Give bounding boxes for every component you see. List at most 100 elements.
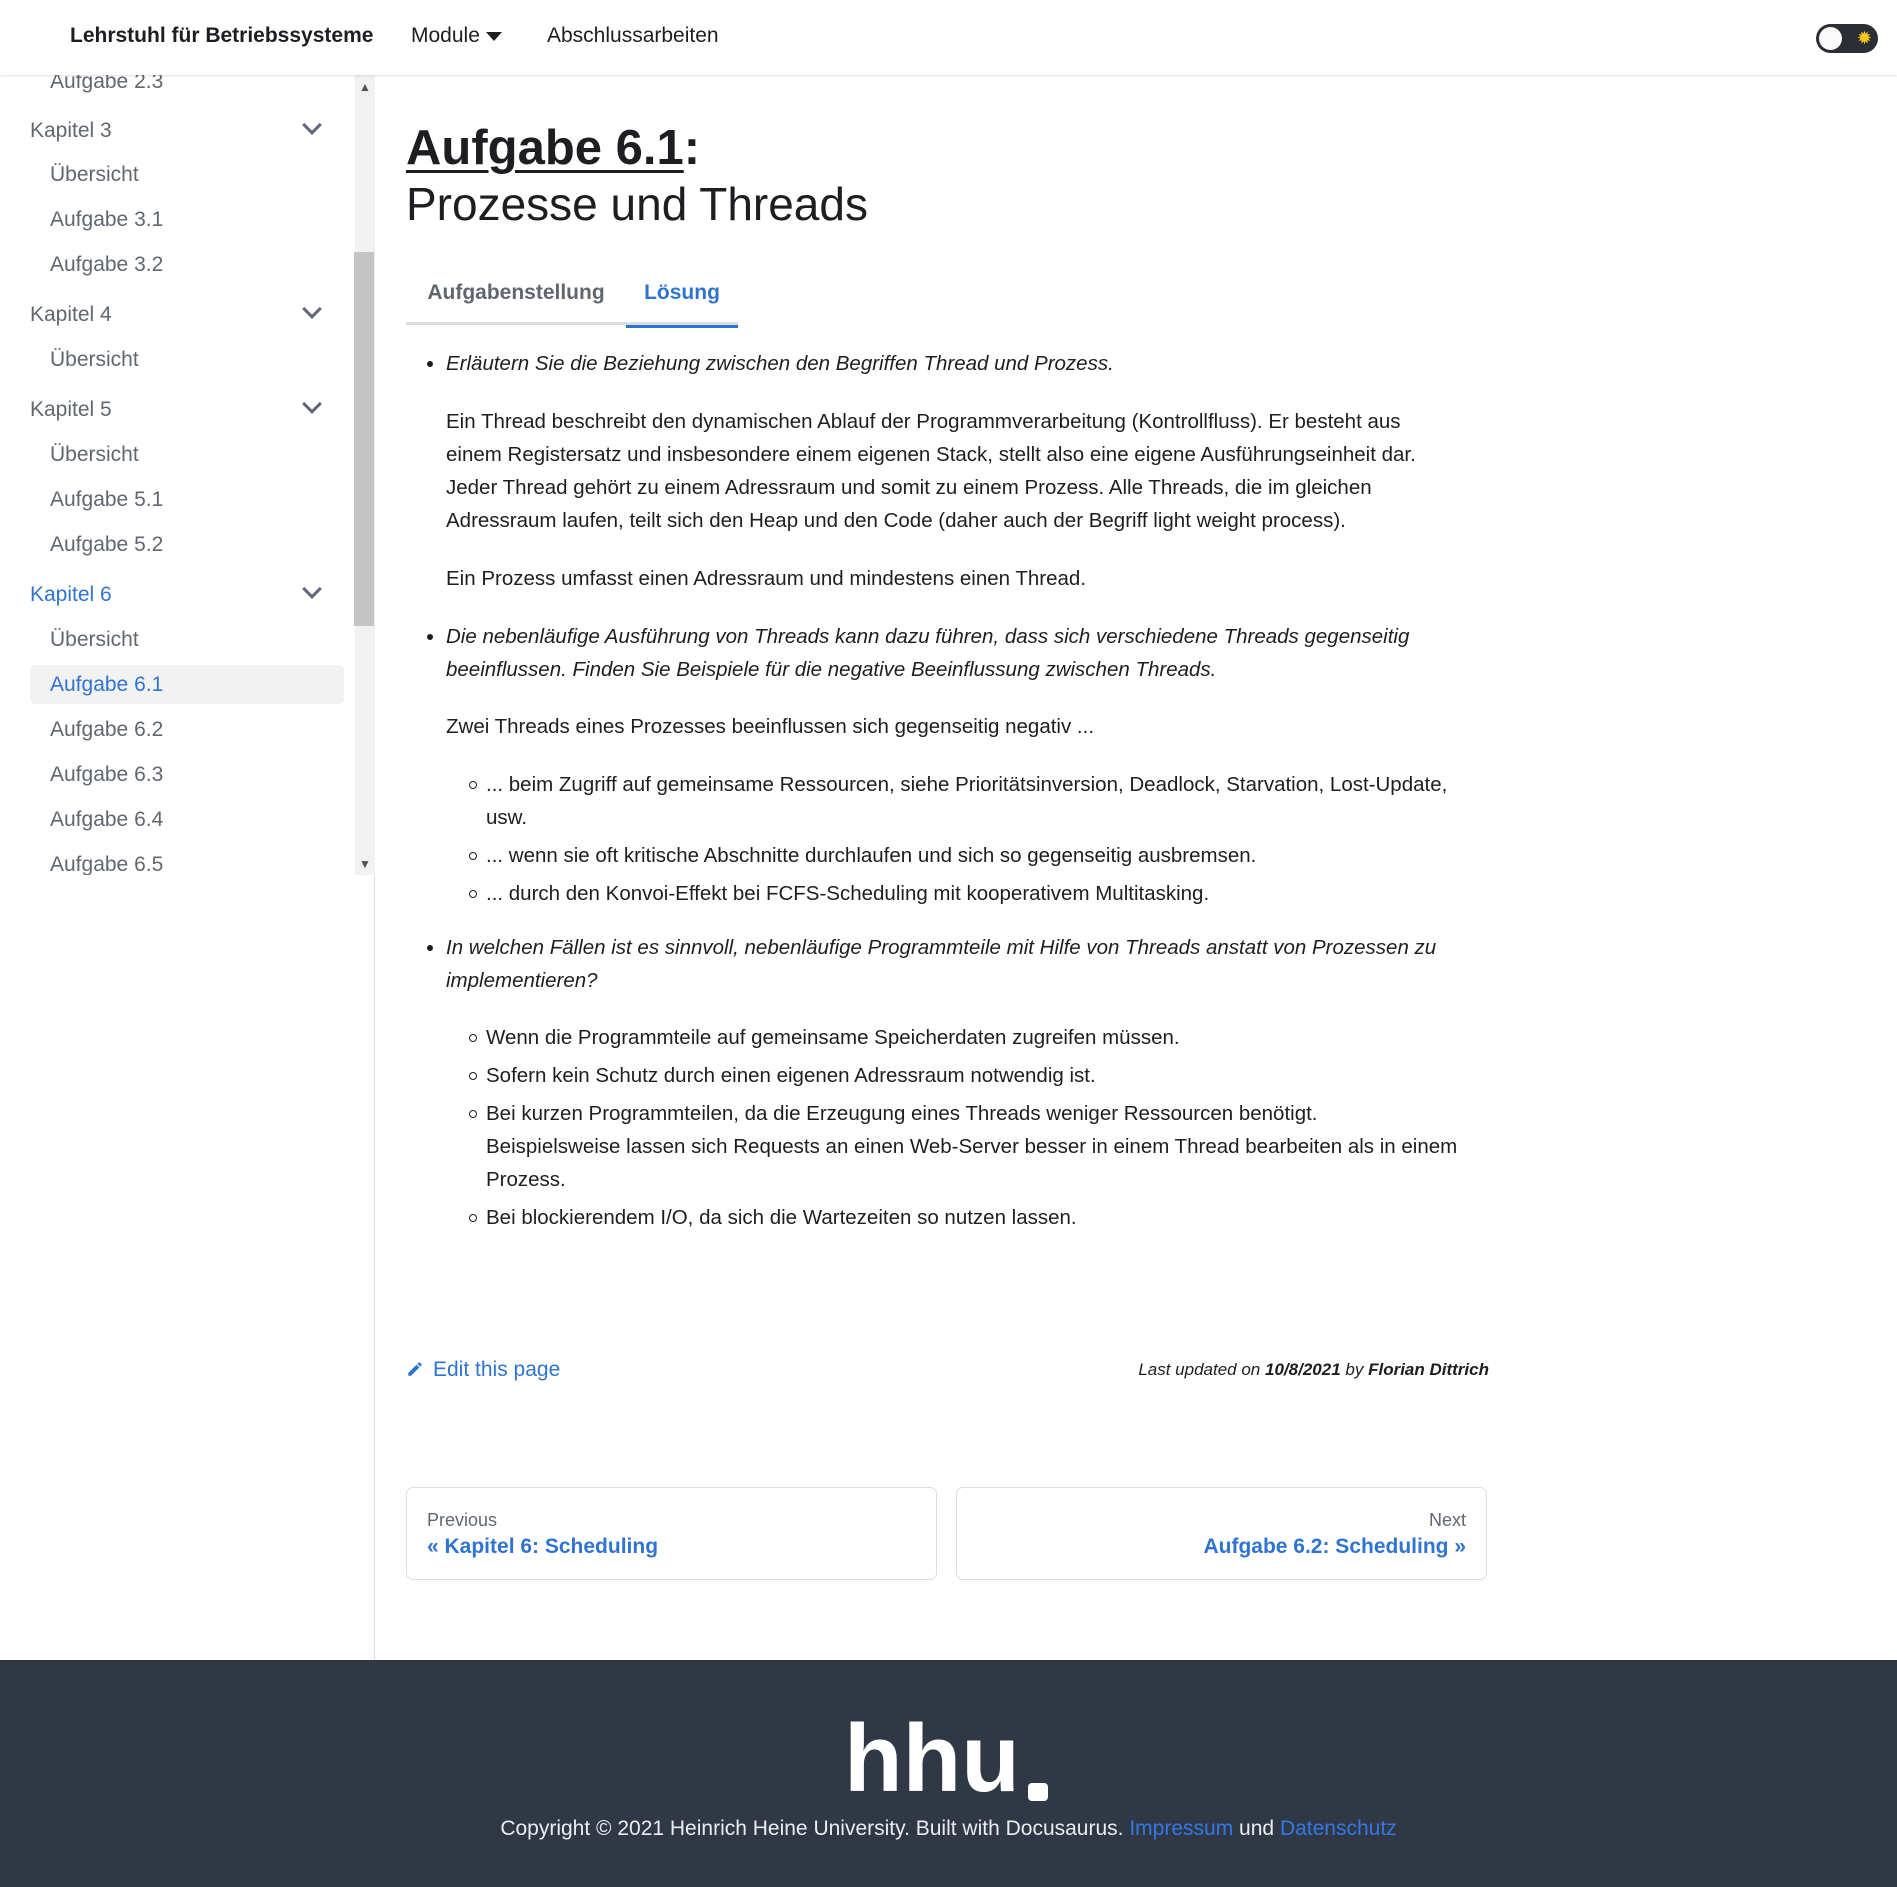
question-text: In welchen Fällen ist es sinnvoll, neben… [446,931,1486,997]
answer-line: Bei kurzen Programmteilen, da die Erzeug… [486,1102,1318,1125]
chevron-down-icon[interactable] [302,394,322,414]
tab-list: Aufgabenstellung Lösung [406,265,738,328]
chevron-down-icon[interactable] [302,299,322,319]
sidebar-category-kapitel-5[interactable]: Kapitel 5 [30,390,344,429]
page-title-colon: : [683,121,701,175]
last-updated: Last updated on 10/8/2021 by Florian Dit… [1138,1360,1489,1380]
circle-bullet [469,890,477,898]
question-line: implementieren? [446,969,598,992]
answer-list-item: ... durch den Konvoi-Effekt bei FCFS-Sch… [469,877,1486,910]
question-text: Die nebenläufige Ausführung von Threads … [446,620,1486,686]
page-subtitle: Prozesse und Threads [406,178,868,230]
answer-line: Ein Thread beschreibt den dynamischen Ab… [446,410,1401,433]
sun-icon: ✹ [1856,28,1872,48]
pagination-next-title: Aufgabe 6.2: Scheduling » [1203,1535,1466,1558]
sidebar-item-uebersicht-3[interactable]: Übersicht [30,155,344,194]
answer-line: Jeder Thread gehört zu einem Adressraum … [446,476,1372,499]
last-updated-by: by [1345,1360,1364,1379]
circle-bullet [469,1110,477,1118]
circle-bullet [469,852,477,860]
nav-theses-link[interactable]: Abschlussarbeiten [547,24,719,48]
sidebar-item-aufgabe-3-1[interactable]: Aufgabe 3.1 [30,200,344,239]
answer-paragraph: Ein Prozess umfasst einen Adressraum und… [446,567,1087,590]
pagination-previous-title: « Kapitel 6: Scheduling [427,1535,659,1558]
sidebar-category-kapitel-4[interactable]: Kapitel 4 [30,295,344,334]
answer-list-item: ... beim Zugriff auf gemeinsame Ressourc… [469,768,1486,834]
pagination-previous-label: Previous [427,1510,498,1530]
edit-page-label: Edit this page [433,1358,561,1381]
answer-line: Sofern kein Schutz durch einen eigenen A… [486,1064,1096,1087]
question-line: Die nebenläufige Ausführung von Threads … [446,625,1410,648]
copyright-und: und [1239,1817,1275,1840]
answer-line: Wenn die Programmteile auf gemeinsame Sp… [486,1026,1180,1049]
caret-down-icon [485,31,502,41]
circle-bullet [469,1214,477,1222]
edit-page-link[interactable]: Edit this page [406,1358,560,1382]
tab-loesung[interactable]: Lösung [626,265,738,328]
circle-bullet [469,781,477,789]
main-content: Aufgabe 6.1: Prozesse und Threads Aufgab… [376,75,1897,1660]
last-updated-prefix: Last updated on [1138,1360,1261,1379]
bullet-dot [427,945,433,951]
sidebar-item-aufgabe-6-2[interactable]: Aufgabe 6.2 [30,710,344,749]
copyright-text: Copyright © 2021 Heinrich Heine Universi… [500,1817,1124,1840]
hhu-logo-text: hhu [844,1715,1020,1805]
page-title-link[interactable]: Aufgabe 6.1 [406,121,684,175]
sidebar-item-uebersicht-6[interactable]: Übersicht [30,620,344,659]
sidebar-scrollbar-thumb[interactable] [354,252,374,626]
sidebar-menu: Aufgabe 2.3 Kapitel 3 Übersicht Aufgabe … [0,75,355,875]
sidebar-item-aufgabe-3-2[interactable]: Aufgabe 3.2 [30,245,344,284]
footer: hhu Copyright © 2021 Heinrich Heine Univ… [0,1660,1897,1887]
sidebar-category-kapitel-6[interactable]: Kapitel 6 [30,575,344,614]
datenschutz-link[interactable]: Datenschutz [1280,1817,1397,1840]
chevron-down-icon[interactable] [302,115,322,135]
pagination-next[interactable]: Next Aufgabe 6.2: Scheduling » [956,1487,1487,1580]
sidebar-item-aufgabe-5-1[interactable]: Aufgabe 5.1 [30,480,344,519]
sidebar-item-aufgabe-6-5[interactable]: Aufgabe 6.5 [30,845,344,875]
sidebar-category-kapitel-3[interactable]: Kapitel 3 [30,111,344,150]
sidebar-item-aufgabe-5-2[interactable]: Aufgabe 5.2 [30,525,344,564]
answer-list-item: ... wenn sie oft kritische Abschnitte du… [469,839,1486,872]
answer-paragraph: Zwei Threads eines Prozesses beeinflusse… [446,715,1095,738]
bullet-dot [427,361,433,367]
copyright: Copyright © 2021 Heinrich Heine Universi… [0,1817,1897,1841]
scroll-up-arrow-icon[interactable]: ▲ [358,80,372,94]
answer-line: Beispielsweise lassen sich Requests an e… [486,1135,1458,1158]
answer-line: ... wenn sie oft kritische Abschnitte du… [486,844,1257,867]
sidebar-item-uebersicht-4[interactable]: Übersicht [30,340,344,379]
answer-list-item: Sofern kein Schutz durch einen eigenen A… [469,1059,1486,1092]
nav-modules-dropdown[interactable]: Module [411,24,502,48]
tab-aufgabenstellung[interactable]: Aufgabenstellung [406,265,626,325]
chevron-down-icon[interactable] [302,579,322,599]
sidebar-item-aufgabe-2-3[interactable]: Aufgabe 2.3 [30,75,344,101]
circle-bullet [469,1034,477,1042]
answer-list-item: Wenn die Programmteile auf gemeinsame Sp… [469,1021,1486,1054]
answer-list-item: Bei blockierendem I/O, da sich die Warte… [469,1201,1486,1234]
impressum-link[interactable]: Impressum [1129,1817,1233,1840]
navbar: Lehrstuhl für Betriebssysteme Module Abs… [0,0,1897,75]
circle-bullet [469,1072,477,1080]
pagination-next-label: Next [1428,1510,1466,1530]
question-line: In welchen Fällen ist es sinnvoll, neben… [446,936,1437,959]
nav-modules-label: Module [411,24,480,47]
sidebar-item-aufgabe-6-3[interactable]: Aufgabe 6.3 [30,755,344,794]
scroll-down-arrow-icon[interactable]: ▼ [358,857,372,871]
question-line: beeinflussen. Finden Sie Beispiele für d… [446,658,1217,681]
sidebar: Aufgabe 2.3 Kapitel 3 Übersicht Aufgabe … [0,75,375,1660]
pagination-previous[interactable]: Previous « Kapitel 6: Scheduling [406,1487,937,1580]
answer-line: Adressraum laufen, teilt sich den Heap u… [446,509,1346,532]
answer-list-item: Bei kurzen Programmteilen, da die Erzeug… [469,1097,1486,1196]
sidebar-item-uebersicht-5[interactable]: Übersicht [30,435,344,474]
sidebar-item-aufgabe-6-1[interactable]: Aufgabe 6.1 [30,665,344,704]
sidebar-item-aufgabe-6-4[interactable]: Aufgabe 6.4 [30,800,344,839]
answer-line: Bei blockierendem I/O, da sich die Warte… [486,1206,1077,1229]
last-updated-date: 10/8/2021 [1265,1360,1341,1379]
bullet-dot [427,634,433,640]
question-text: Erläutern Sie die Beziehung zwischen den… [446,352,1114,375]
page-title: Aufgabe 6.1: [406,120,700,176]
brand-link[interactable]: Lehrstuhl für Betriebssysteme [70,24,373,48]
answer-paragraph: Ein Thread beschreibt den dynamischen Ab… [446,405,1486,537]
dark-mode-toggle[interactable]: ✹ [1816,24,1878,53]
answer-line: einem Registersatz und insbesondere eine… [446,443,1416,466]
hhu-logo: hhu [844,1715,1048,1805]
